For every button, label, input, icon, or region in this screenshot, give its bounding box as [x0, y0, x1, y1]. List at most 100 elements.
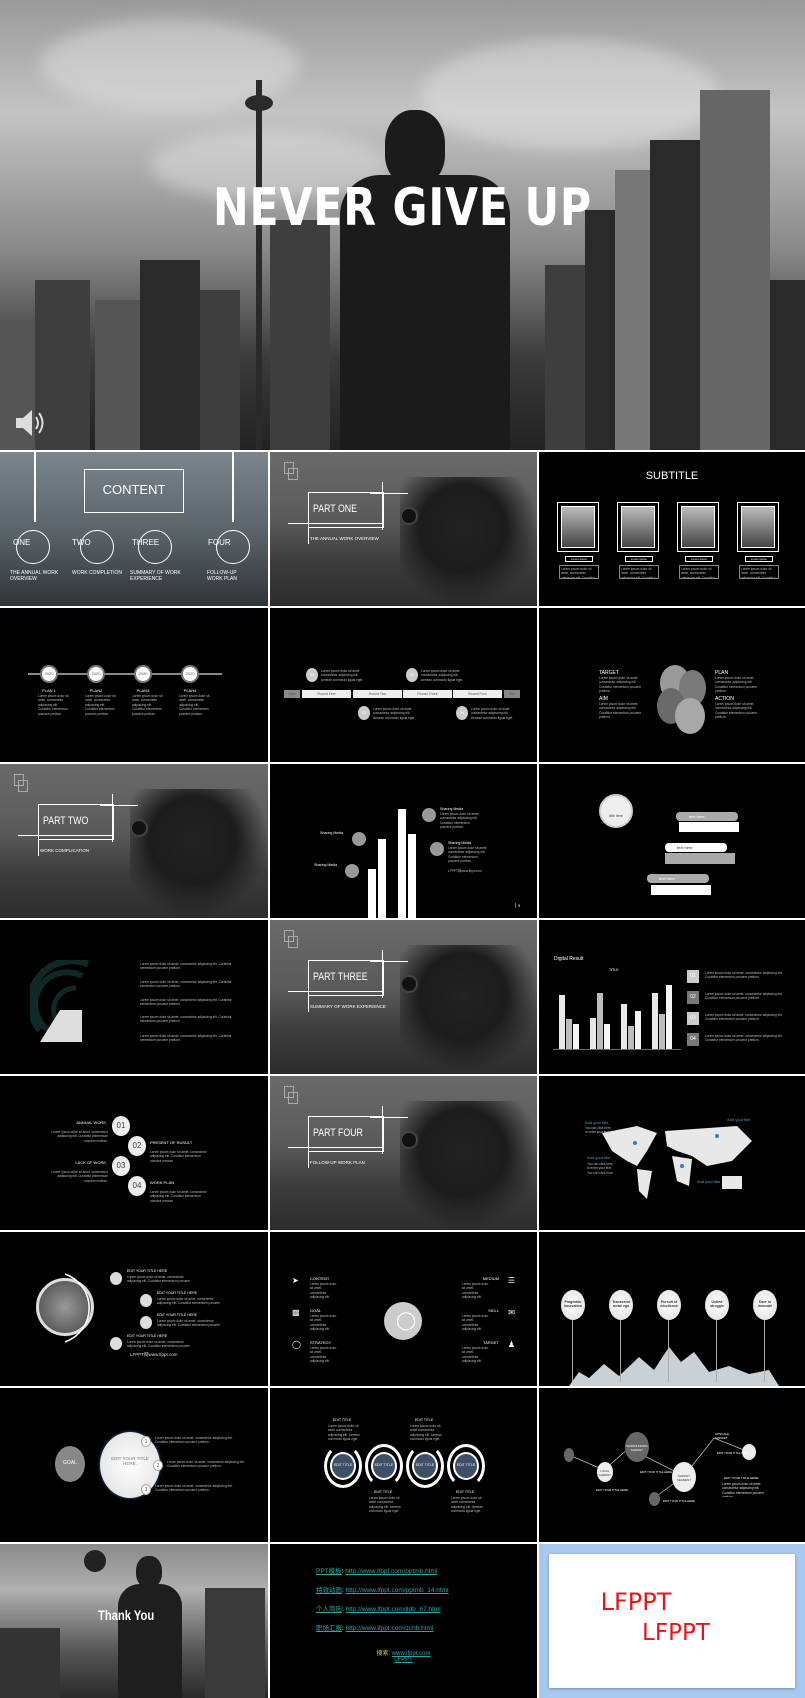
slide-hub[interactable]: title here text here text here text here [539, 764, 805, 918]
camera-lens [130, 819, 148, 837]
goal-center: EDIT YOUR TITLE HERE. [111, 1456, 149, 1466]
bar [659, 1013, 665, 1049]
arrow-label: Sharing Media [320, 831, 344, 835]
slide-venn[interactable]: TARGET PLAN AIM ACTION Lorem ipsum dolor… [539, 608, 805, 762]
body-text: Lorem ipsum dolor sit amet, consectetur … [140, 980, 232, 989]
portrait-photo [561, 506, 595, 548]
value-bubble: Dare to innovate [753, 1290, 777, 1320]
slide-thumbnail-grid: CONTENT ONE TWO THREE FOUR THE ANNUAL WO… [0, 452, 805, 1698]
map-title: Add your title. [727, 1117, 752, 1122]
slide-goal[interactable]: GOAL EDIT YOUR TITLE HERE. 1 Lorem ipsum… [0, 1388, 268, 1542]
bulb-icon: ◯ [396, 1310, 417, 1330]
page-number: 9 [515, 903, 520, 908]
slide-digital-result[interactable]: Digital Result TITLE 01 Lorem ipsum dolo… [539, 920, 805, 1074]
slide-arrows[interactable]: Sharing Media Sharing Media Sharing Medi… [270, 764, 537, 918]
content-label: WORK COMPLETION [72, 570, 123, 576]
round-step: Start [284, 690, 300, 698]
photo-card[interactable] [737, 502, 779, 552]
left-icon: ▩ [292, 1308, 300, 1317]
slide-wave[interactable]: EDIT TITLE EDIT TITLE Lorem ipsum dolor … [270, 1388, 537, 1542]
bar [559, 994, 565, 1049]
edit-label: EDIT YOUR TITLE HERE [157, 1291, 198, 1295]
bar [635, 1010, 641, 1049]
step-number: 01 [112, 1116, 130, 1136]
photo-card[interactable] [557, 502, 599, 552]
edit-icon [110, 1272, 122, 1285]
right-label: SKILL [488, 1308, 499, 1313]
slide-values[interactable]: Pragmatic innovation Transcend metal ego… [539, 1232, 805, 1386]
card-text: Lorem ipsum dolor sit amet, consectetur … [559, 565, 599, 579]
slide-part-four[interactable]: PART FOUR FOLLOW-UP WORK PLAN [270, 1076, 537, 1230]
slide-part-two[interactable]: PART TWO WORK COMPLICATION [0, 764, 268, 918]
bar [652, 992, 658, 1049]
link-url[interactable]: http://www.lfppt.com/jldb_67.html [346, 1606, 441, 1613]
plan-label: PLAN 1 [42, 688, 56, 693]
slide-links[interactable]: PPT模板: http://www.lfppt.com/pptmb.html 特效… [270, 1544, 537, 1698]
goal-label: GOAL [63, 1460, 77, 1466]
link-url[interactable]: http://www.lfppt.com/pptmb.html [345, 1568, 437, 1575]
body-text: Lorem ipsum dolor sit amet, consectetur … [150, 1190, 207, 1202]
body-text: Lorem ipsum dolor sit amet, consectetur … [157, 1297, 221, 1306]
wave-circle: EDIT TITLE [412, 1452, 438, 1480]
slide-part-three[interactable]: PART THREE SUMMARY OF WORK EXPERIENCE [270, 920, 537, 1074]
body-text: Lorem ipsum dolor sit amet, consectetur … [440, 812, 480, 830]
body-text: Lorem ipsum dolor sit amet, consectetur … [722, 1482, 765, 1497]
body-text: Lorem ipsum dolor sit amet, consectetur … [705, 1034, 783, 1043]
logo-square [288, 1092, 298, 1104]
goal-number: 3 [141, 1484, 151, 1495]
step-label: ANNUAL WORK [76, 1120, 106, 1125]
content-num: FOUR [208, 538, 231, 547]
right-icon: ✉ [508, 1308, 515, 1317]
bar [566, 1018, 572, 1049]
slide-world-map[interactable]: Add your title. Add your title. Add your… [539, 1076, 805, 1230]
left-label: CONTENT [310, 1276, 330, 1281]
slide-market[interactable]: SURROUNDING MARKET LOCAL MARKET MARKET S… [539, 1388, 805, 1542]
market-node: UPSCALE MARKET [715, 1432, 730, 1440]
link-label[interactable]: 个人简历 [316, 1606, 342, 1613]
bar [666, 985, 672, 1049]
photo-card[interactable] [617, 502, 659, 552]
round-number: 01 [306, 668, 318, 682]
year: 2020 [185, 671, 195, 676]
link-label[interactable]: PPT模板 [316, 1568, 342, 1575]
hub-item: text here [659, 876, 675, 881]
content-num: TWO [72, 538, 91, 547]
photographer-silhouette [400, 1101, 537, 1230]
resource-link-row: 个人简历: http://www.lfppt.com/jldb_67.html [316, 1606, 441, 1613]
slide-subtitle[interactable]: SUBTITLE Lorem ipsum Lorem ipsum dolor s… [539, 452, 805, 606]
subtitle-title: SUBTITLE [645, 470, 699, 482]
slide-edit-titles[interactable]: EDIT YOUR TITLE HERE Lorem ipsum dolor s… [0, 1232, 268, 1386]
link-url[interactable]: http://www.lfppt.com/pptmb_14.html [346, 1587, 449, 1594]
content-num: ONE [13, 538, 31, 547]
link-label[interactable]: 特效动画 [316, 1587, 342, 1594]
world-map [602, 1126, 752, 1199]
result-number: 04 [687, 1033, 699, 1046]
body-text: You can click here to enter your text. Y… [587, 1162, 613, 1176]
step-label: PRESENT OF RUSULT [150, 1140, 193, 1145]
slide-arc-chart[interactable]: Lorem ipsum dolor sit amet, consectetur … [0, 920, 268, 1074]
speaker-icon[interactable] [14, 408, 48, 438]
wave-circle: EDIT TITLE [330, 1452, 356, 1480]
body-text: Lorem ipsum dolor sit amet, consectetur … [140, 962, 232, 971]
slide-rounds[interactable]: Start Round One Round Two Round Three Round … [270, 608, 537, 762]
link-label[interactable]: 职场汇报 [316, 1625, 342, 1632]
brand-red: LFPPT [642, 1620, 708, 1646]
link-url[interactable]: http://www.lfppt.com/zchb.html [346, 1625, 434, 1632]
slide-content[interactable]: CONTENT ONE TWO THREE FOUR THE ANNUAL WO… [0, 452, 268, 606]
round-step: End [504, 690, 520, 698]
slide-brand[interactable]: LFPPT网提供 www.LFPPT.com [539, 1544, 805, 1698]
photo-card[interactable] [677, 502, 719, 552]
wave-circle: EDIT TITLE [371, 1452, 397, 1480]
part-title: PART THREE [313, 971, 368, 983]
slide-bulb[interactable]: ◯ ➤ CONTENT Lorem ipsum dolor sit amet, … [270, 1232, 537, 1386]
hub-center: title here [609, 814, 623, 818]
slide-thank-you[interactable]: Thank You [0, 1544, 268, 1698]
slide-steps[interactable]: 01 ANNUAL WORK Lorem ipsum dolor sit ame… [0, 1076, 268, 1230]
slide-timeline[interactable]: 2020 PLAN 1 Lorem ipsum dolor sit amet, … [0, 608, 268, 762]
slide-part-one[interactable]: PART ONE THE ANNUAL WORK OVERVIEW [270, 452, 537, 606]
right-label: MEDIUM [482, 1276, 499, 1281]
body-text: Lorem ipsum dolor sit amet, consectetur … [132, 694, 163, 716]
lfppt-link[interactable]: LFPPT [270, 1657, 537, 1663]
body-text: Lorem ipsum dolor sit amet, consectetur … [462, 1346, 489, 1364]
photographer-silhouette [400, 477, 537, 606]
